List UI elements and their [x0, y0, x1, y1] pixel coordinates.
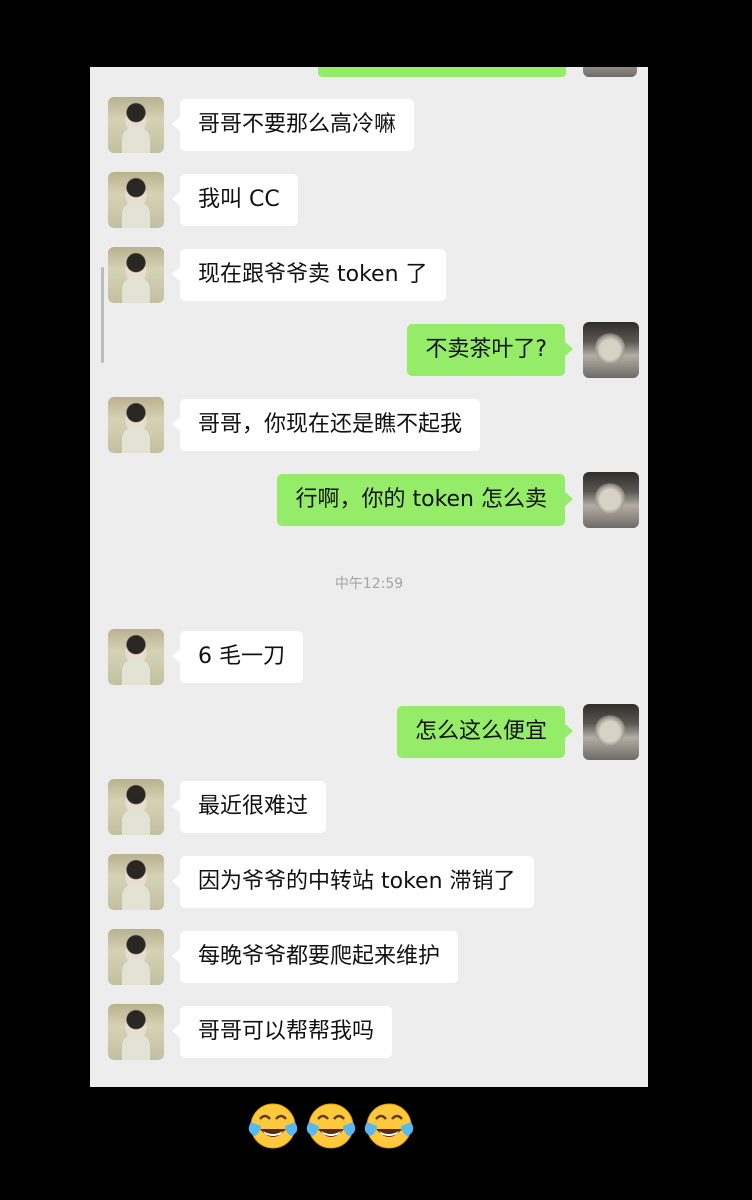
message-row: 哥哥可以帮帮我吗 — [90, 1004, 648, 1060]
sent-message-bubble[interactable]: 怎么这么便宜 — [396, 706, 574, 758]
contact-avatar[interactable] — [108, 1004, 164, 1060]
message-row: 6 毛一刀 — [90, 629, 648, 685]
message-row: 行啊，你的 token 怎么卖 — [90, 472, 648, 528]
face-with-tears-of-joy-icon — [361, 1097, 417, 1153]
message-row: 每晚爷爷都要爬起来维护 — [90, 929, 648, 985]
message-row: 哥哥不要那么高冷嘛 — [90, 97, 648, 153]
received-message-bubble[interactable]: 哥哥可以帮帮我吗 — [171, 1006, 393, 1058]
partial-sent-bubble — [318, 67, 566, 77]
message-row: 因为爷爷的中转站 token 滞销了 — [90, 854, 648, 910]
contact-avatar[interactable] — [108, 854, 164, 910]
sent-message-bubble[interactable]: 不卖茶叶了? — [407, 324, 573, 376]
user-avatar[interactable] — [583, 472, 639, 528]
received-message-bubble[interactable]: 我叫 CC — [172, 174, 298, 226]
face-with-tears-of-joy-icon — [303, 1097, 359, 1153]
user-avatar[interactable] — [583, 704, 639, 760]
message-row: 不卖茶叶了? — [90, 322, 648, 378]
received-message-bubble[interactable]: 最近很难过 — [171, 781, 327, 833]
chat-screen: 哥哥不要那么高冷嘛 我叫 CC 现在跟爷爷卖 token 了 不卖茶叶了? 哥哥… — [90, 67, 648, 1087]
received-message-bubble[interactable]: 哥哥不要那么高冷嘛 — [171, 99, 415, 151]
message-timestamp: 中午12:59 — [334, 576, 404, 592]
received-message-bubble[interactable]: 因为爷爷的中转站 token 滞销了 — [172, 856, 534, 908]
face-with-tears-of-joy-icon — [245, 1097, 301, 1153]
partial-avatar — [583, 67, 637, 77]
message-row: 哥哥，你现在还是瞧不起我 — [90, 397, 648, 453]
cut-off-previous-message — [90, 67, 648, 81]
contact-avatar[interactable] — [108, 929, 164, 985]
message-row: 现在跟爷爷卖 token 了 — [90, 247, 648, 303]
contact-avatar[interactable] — [108, 247, 164, 303]
received-message-bubble[interactable]: 每晚爷爷都要爬起来维护 — [171, 931, 459, 983]
contact-avatar[interactable] — [108, 397, 164, 453]
received-message-bubble[interactable]: 现在跟爷爷卖 token 了 — [172, 249, 446, 301]
received-message-bubble[interactable]: 6 毛一刀 — [172, 631, 303, 683]
contact-avatar[interactable] — [108, 97, 164, 153]
user-avatar[interactable] — [583, 322, 639, 378]
contact-avatar[interactable] — [108, 629, 164, 685]
message-row: 怎么这么便宜 — [90, 704, 648, 760]
message-row: 最近很难过 — [90, 779, 648, 835]
received-message-bubble[interactable]: 哥哥，你现在还是瞧不起我 — [171, 399, 481, 451]
sent-message-bubble[interactable]: 行啊，你的 token 怎么卖 — [277, 474, 573, 526]
message-row: 我叫 CC — [90, 172, 648, 228]
contact-avatar[interactable] — [108, 172, 164, 228]
contact-avatar[interactable] — [108, 779, 164, 835]
emoji-caption — [245, 1097, 425, 1153]
